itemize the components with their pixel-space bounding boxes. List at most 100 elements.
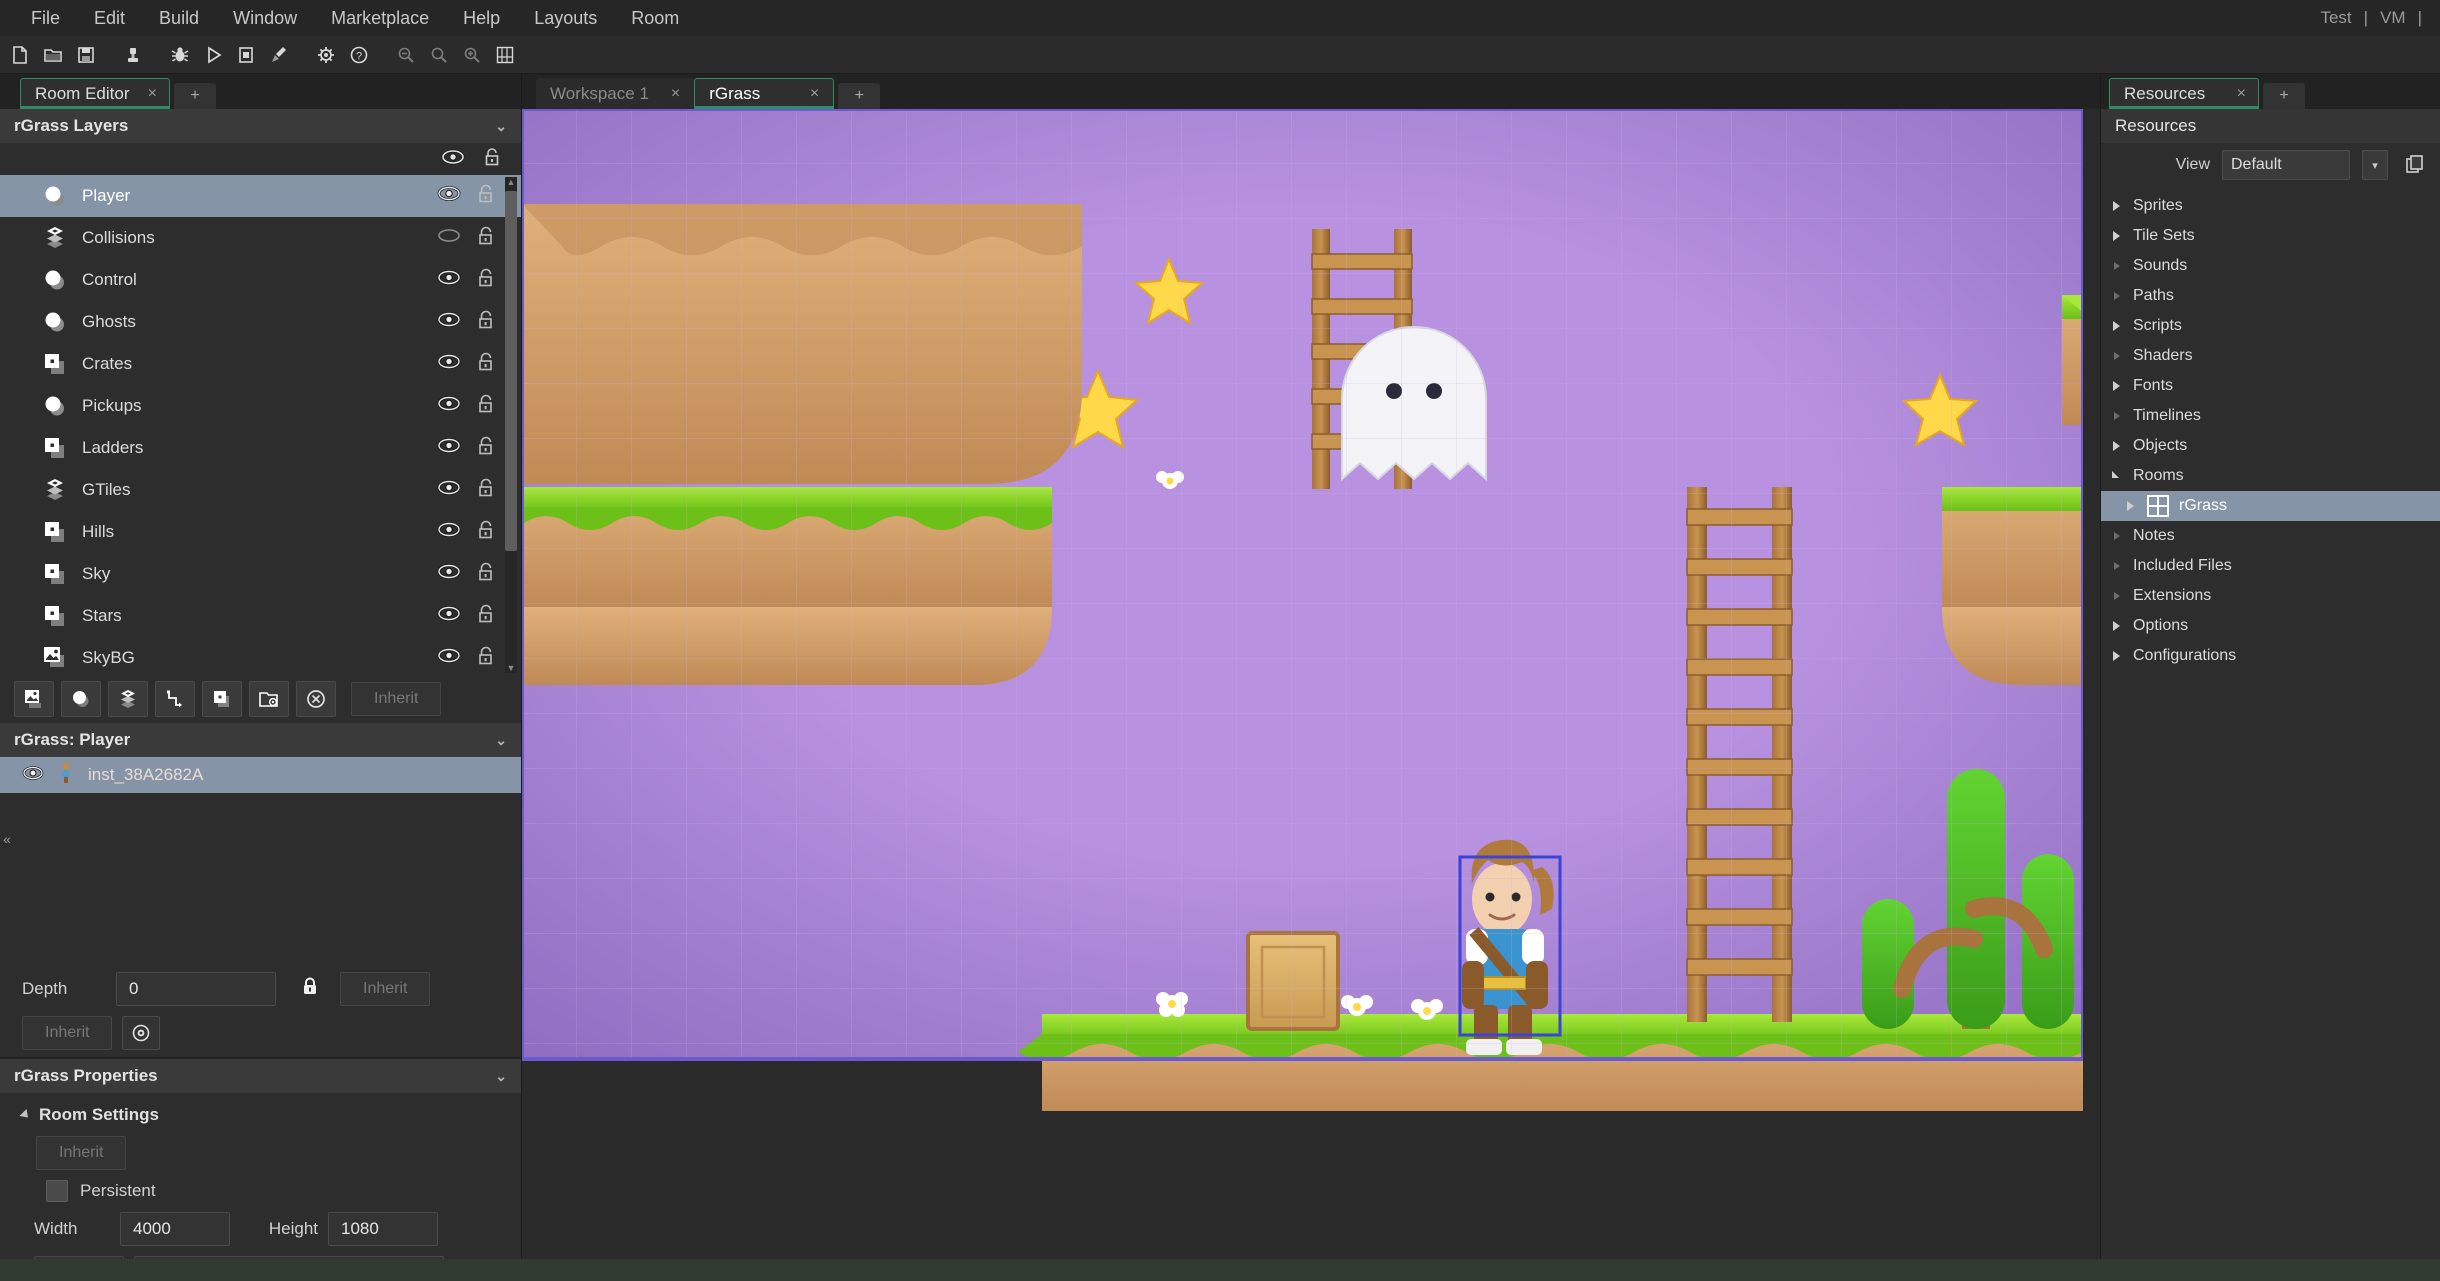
layer-visibility-icon[interactable] (437, 563, 461, 585)
add-path-layer-button[interactable] (155, 681, 195, 717)
triangle-expanded-icon[interactable] (2111, 470, 2123, 482)
view-dropdown-caret-icon[interactable]: ▾ (2362, 150, 2388, 180)
layer-visibility-icon[interactable] (437, 353, 461, 375)
help-button[interactable]: ? (343, 40, 375, 70)
layer-visibility-icon[interactable] (437, 395, 461, 417)
layer-lock-icon[interactable] (477, 394, 495, 419)
width-input[interactable]: 4000 (120, 1212, 230, 1246)
panel-collapse-handle[interactable]: « (0, 819, 14, 859)
lock-closed-icon[interactable] (300, 976, 320, 1003)
resources-tree[interactable]: SpritesTile SetsSoundsPathsScriptsShader… (2101, 187, 2440, 1259)
menu-item-help[interactable]: Help (446, 0, 517, 36)
resource-item-shaders[interactable]: Shaders (2101, 341, 2440, 371)
scroll-down-arrow-icon[interactable]: ▼ (506, 663, 516, 673)
triangle-empty-icon[interactable] (2111, 530, 2123, 542)
layer-row-ladders[interactable]: Ladders (0, 427, 521, 469)
resource-item-paths[interactable]: Paths (2101, 281, 2440, 311)
layer-lock-icon[interactable] (477, 478, 495, 503)
instances-panel-header[interactable]: rGrass: Player ⌄ (0, 723, 521, 757)
layer-visibility-icon[interactable] (437, 227, 461, 249)
layer-lock-icon[interactable] (477, 646, 495, 671)
layer-visibility-icon[interactable] (437, 479, 461, 501)
add-tile-layer-button[interactable] (108, 681, 148, 717)
menu-item-room[interactable]: Room (614, 0, 696, 36)
triangle-collapsed-icon[interactable] (2111, 650, 2123, 662)
triangle-empty-icon[interactable] (2111, 590, 2123, 602)
layer-row-control[interactable]: Control (0, 259, 521, 301)
height-input[interactable]: 1080 (328, 1212, 438, 1246)
clean-button[interactable] (263, 40, 295, 70)
depth-inherit-button-2[interactable]: Inherit (22, 1016, 112, 1050)
menu-item-file[interactable]: File (14, 0, 77, 36)
layers-scroll-thumb[interactable] (505, 191, 517, 551)
layer-visibility-icon[interactable] (437, 605, 461, 627)
resource-item-notes[interactable]: Notes (2101, 521, 2440, 551)
triangle-collapsed-icon[interactable] (2111, 380, 2123, 392)
layer-row-pickups[interactable]: Pickups (0, 385, 521, 427)
tab-rgrass[interactable]: rGrass × (694, 78, 834, 109)
layer-visibility-icon[interactable] (437, 521, 461, 543)
resource-item-configurations[interactable]: Configurations (2101, 641, 2440, 671)
save-project-button[interactable] (70, 40, 102, 70)
zoom-in-button[interactable] (456, 40, 488, 70)
scroll-up-arrow-icon[interactable]: ▲ (506, 177, 516, 187)
right-add-tab-button[interactable]: + (2263, 83, 2305, 109)
layer-lock-icon[interactable] (477, 310, 495, 335)
layers-list[interactable]: PlayerCollisionsControlGhostsCratesPicku… (0, 175, 521, 675)
triangle-empty-icon[interactable] (2111, 410, 2123, 422)
zoom-reset-button[interactable] (423, 40, 455, 70)
resource-item-tile-sets[interactable]: Tile Sets (2101, 221, 2440, 251)
debug-button[interactable] (164, 40, 196, 70)
creation-inherit-button[interactable]: Inherit (34, 1256, 124, 1259)
add-background-layer-button[interactable] (14, 681, 54, 717)
layer-row-sky[interactable]: Sky (0, 553, 521, 595)
add-asset-layer-button[interactable] (202, 681, 242, 717)
layout-button[interactable] (489, 40, 521, 70)
left-add-tab-button[interactable]: + (174, 83, 216, 109)
resource-item-rgrass[interactable]: rGrass (2101, 491, 2440, 521)
list-item[interactable]: inst_38A2682A (0, 757, 521, 793)
triangle-empty-icon[interactable] (2111, 350, 2123, 362)
resource-item-timelines[interactable]: Timelines (2101, 401, 2440, 431)
target-circle-icon[interactable] (122, 1016, 160, 1050)
layer-row-stars[interactable]: Stars (0, 595, 521, 637)
menu-item-marketplace[interactable]: Marketplace (314, 0, 446, 36)
layer-visibility-icon[interactable] (437, 185, 461, 207)
room-render[interactable] (522, 109, 2083, 1111)
stop-button[interactable] (230, 40, 262, 70)
resource-item-objects[interactable]: Objects (2101, 431, 2440, 461)
chevron-down-icon[interactable]: ⌄ (495, 118, 507, 135)
toggle-all-lock-icon[interactable] (483, 147, 501, 172)
chevron-down-icon[interactable]: ⌄ (495, 732, 507, 749)
triangle-empty-icon[interactable] (2111, 260, 2123, 272)
triangle-empty-icon[interactable] (2111, 560, 2123, 572)
persistent-checkbox[interactable] (46, 1180, 68, 1202)
delete-layer-button[interactable] (296, 681, 336, 717)
tab-resources-close[interactable]: × (2237, 85, 2246, 103)
layer-visibility-icon[interactable] (437, 269, 461, 291)
resource-item-sprites[interactable]: Sprites (2101, 191, 2440, 221)
layer-lock-icon[interactable] (477, 604, 495, 629)
depth-inherit-button[interactable]: Inherit (340, 972, 430, 1006)
tab-workspace-1-close[interactable]: × (671, 85, 680, 103)
menu-item-build[interactable]: Build (142, 0, 216, 36)
resource-item-fonts[interactable]: Fonts (2101, 371, 2440, 401)
layer-visibility-icon[interactable] (437, 311, 461, 333)
build-button[interactable] (117, 40, 149, 70)
layer-row-gtiles[interactable]: GTiles (0, 469, 521, 511)
resource-item-rooms[interactable]: Rooms (2101, 461, 2440, 491)
layer-row-ghosts[interactable]: Ghosts (0, 301, 521, 343)
preferences-button[interactable] (310, 40, 342, 70)
layer-row-player[interactable]: Player (0, 175, 521, 217)
layer-lock-icon[interactable] (477, 436, 495, 461)
persistent-inherit-button[interactable]: Inherit (36, 1136, 126, 1170)
view-select[interactable]: Default (2222, 150, 2350, 180)
triangle-collapsed-icon[interactable] (2125, 500, 2137, 512)
resource-item-scripts[interactable]: Scripts (2101, 311, 2440, 341)
room-settings-section[interactable]: Room Settings (0, 1093, 521, 1131)
chevron-down-icon[interactable]: ⌄ (495, 1068, 507, 1085)
menu-item-window[interactable]: Window (216, 0, 314, 36)
layer-row-collisions[interactable]: Collisions (0, 217, 521, 259)
tab-workspace-1[interactable]: Workspace 1 × (536, 78, 694, 109)
properties-panel-header[interactable]: rGrass Properties ⌄ (0, 1059, 521, 1093)
